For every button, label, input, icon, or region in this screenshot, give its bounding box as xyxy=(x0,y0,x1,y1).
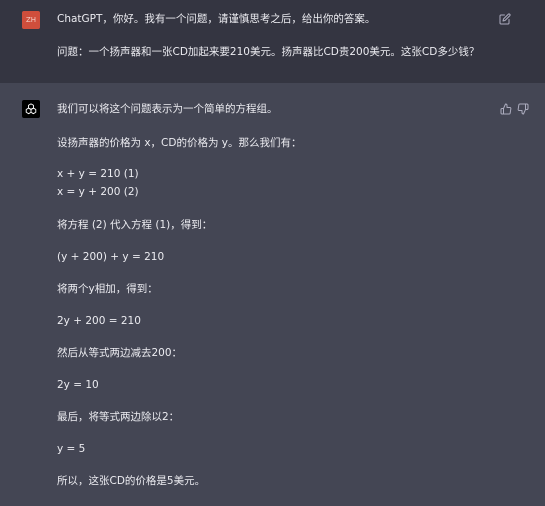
assistant-line: 2y = 10 xyxy=(57,379,99,391)
user-message-line: 问题：一个扬声器和一张CD加起来要210美元。扬声器比CD贵200美元。这张CD… xyxy=(57,46,480,58)
openai-logo-icon xyxy=(22,100,40,118)
assistant-line: 将两个y相加，得到： xyxy=(57,283,158,295)
assistant-line: 2y + 200 = 210 xyxy=(57,315,141,327)
thumbs-up-icon[interactable] xyxy=(500,103,514,117)
assistant-line: y = 5 xyxy=(57,443,86,455)
assistant-message: 我们可以将这个问题表示为一个简单的方程组。 设扬声器的价格为 x，CD的价格为 … xyxy=(0,83,545,506)
assistant-line: 我们可以将这个问题表示为一个简单的方程组。 xyxy=(57,103,278,115)
assistant-line: 然后从等式两边减去200： xyxy=(57,347,183,359)
edit-icon[interactable] xyxy=(499,13,513,27)
assistant-line: x + y = 210 (1) xyxy=(57,168,139,180)
user-message: ZH ChatGPT，你好。我有一个问题，请谨慎思考之后，给出你的答案。 问题：… xyxy=(0,0,545,83)
user-message-line: ChatGPT，你好。我有一个问题，请谨慎思考之后，给出你的答案。 xyxy=(57,13,376,25)
assistant-line: 最后，将等式两边除以2： xyxy=(57,411,180,423)
assistant-line: 所以，这张CD的价格是5美元。 xyxy=(57,475,206,487)
assistant-line: 设扬声器的价格为 x，CD的价格为 y。那么我们有： xyxy=(57,137,302,149)
assistant-line: (y + 200) + y = 210 xyxy=(57,251,165,263)
assistant-line: x = y + 200 (2) xyxy=(57,186,139,198)
thumbs-down-icon[interactable] xyxy=(517,103,531,117)
assistant-line: 将方程 (2) 代入方程 (1)，得到： xyxy=(57,219,213,231)
user-avatar: ZH xyxy=(22,11,40,29)
